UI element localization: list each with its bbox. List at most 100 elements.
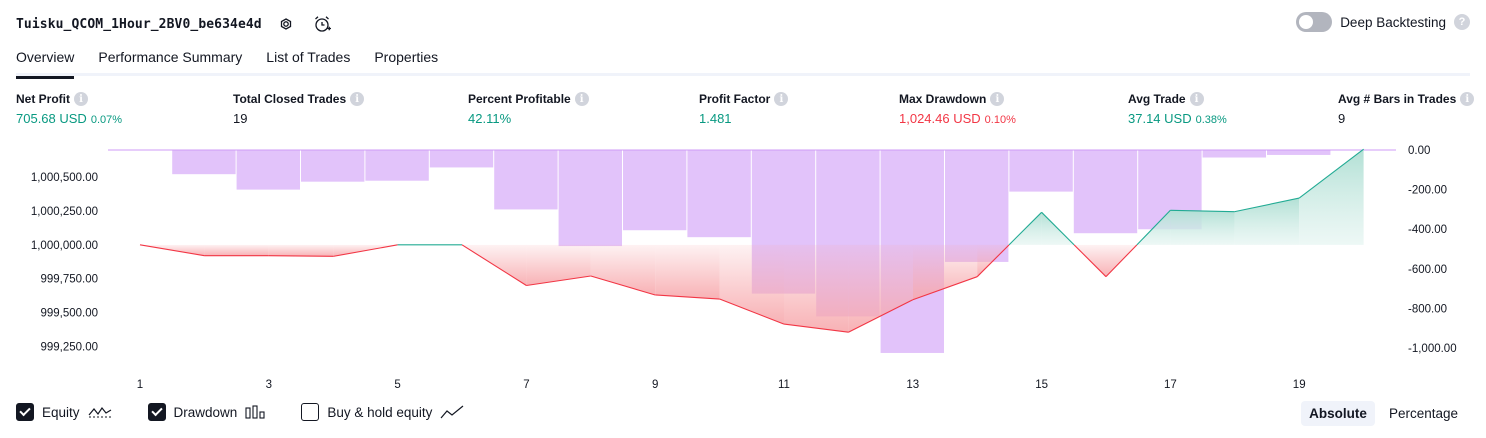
deep-backtesting-label: Deep Backtesting [1340,14,1446,30]
metric-label-text: Max Drawdown [899,92,987,106]
drawdown-tick-label: -1,000.00 [1408,343,1457,355]
trade-number-tick-label: 9 [652,379,658,391]
drawdown-bar [365,150,429,181]
buy-hold-checkbox[interactable] [301,403,320,421]
metric-value: 19 [233,111,364,126]
trade-number-tick-label: 7 [523,379,529,391]
metric-value: 1.481 [699,111,788,126]
metric-avg-trade: Avg Trade i 37.14 USD 0.38% [1128,92,1227,126]
drawdown-bar [1073,150,1138,234]
trade-number-tick-label: 1 [137,379,143,391]
tab-performance-summary[interactable]: Performance Summary [98,44,242,76]
trade-number-tick-label: 13 [906,379,919,391]
info-icon[interactable]: i [774,92,789,106]
metric-total-closed-trades: Total Closed Trades i 19 [233,92,365,126]
equity-toggle[interactable]: Equity [16,403,112,421]
metric-value: 9 [1338,111,1474,126]
metric-profit-factor: Profit Factor i 1.481 [699,92,789,126]
drawdown-checkbox[interactable] [147,403,166,421]
metric-value: 705.68 USD 0.07% [16,111,122,126]
deep-backtesting: Deep Backtesting ? [1296,12,1470,32]
equity-drawdown-chart[interactable]: 1,000,500.00 1,000,250.00 1,000,000.00 999,… [0,140,1486,395]
metric-label-text: Avg # Bars in Trades [1338,92,1457,106]
equity-line-icon [88,406,111,418]
buy-hold-toggle[interactable]: Buy & hold equity [301,403,464,421]
metric-value-text: 19 [233,111,248,126]
metric-label: Avg Trade i [1128,92,1227,106]
metric-label: Total Closed Trades i [233,92,365,106]
metric-value-text: 37.14 USD [1128,111,1192,126]
drawdown-bar [236,150,300,190]
trade-number-tick-label: 11 [778,379,790,391]
info-icon[interactable]: i [574,92,589,106]
metric-value: 1,024.46 USD 0.10% [899,111,1016,126]
drawdown-tick-label: -800.00 [1408,303,1447,315]
tab-properties[interactable]: Properties [374,44,438,76]
chart-legend: Equity Drawdown Buy & hold equity [16,403,464,421]
info-icon[interactable]: i [1460,92,1475,106]
drawdown-bar [494,150,558,210]
equity-tick-label: 999,500.00 [40,308,98,320]
trade-number-tick-label: 3 [266,379,272,391]
metric-percent: 0.07% [90,114,123,126]
percentage-button[interactable]: Percentage [1381,401,1466,426]
equity-line-segment [268,255,334,257]
metric-value-text: 1.481 [699,111,732,126]
trade-number-tick-label: 15 [1035,379,1048,391]
equity-loss-area [784,244,849,333]
equity-label: Equity [42,404,80,420]
drawdown-tick-label: 0.00 [1408,145,1430,157]
equity-profit-area [1170,210,1235,245]
metric-max-drawdown: Max Drawdown i 1,024.46 USD 0.10% [899,92,1016,126]
metric-avg-bars-in-trades: Avg # Bars in Trades i 9 [1338,92,1475,126]
drawdown-bar [172,150,236,175]
metric-value-text: 705.68 USD [16,111,87,126]
metric-label: Net Profit i [16,92,122,106]
metric-label-text: Total Closed Trades [233,92,347,106]
add-alert-button[interactable] [310,12,334,36]
metric-value: 42.11% [468,111,589,126]
trade-number-axis: 1 3 5 7 9 11 13 15 17 19 [137,379,1306,391]
equity-loss-area [719,244,784,325]
drawdown-bar [623,150,687,231]
equity-tick-label: 999,750.00 [40,274,98,286]
metric-net-profit: Net Profit i 705.68 USD 0.07% [16,92,122,126]
metric-label: Avg # Bars in Trades i [1338,92,1475,106]
tab-overview[interactable]: Overview [16,44,75,79]
help-icon[interactable]: ? [1454,14,1470,30]
info-icon[interactable]: i [990,92,1005,106]
metric-label: Max Drawdown i [899,92,1016,106]
info-icon[interactable]: i [350,92,365,106]
bar-chart-icon [245,405,265,419]
drawdown-tick-label: -600.00 [1408,264,1447,276]
drawdown-bar [1202,150,1266,158]
equity-tick-label: 1,000,250.00 [31,206,98,218]
metric-label-text: Net Profit [16,92,70,106]
equity-checkbox[interactable] [16,403,34,421]
drawdown-toggle[interactable]: Drawdown [147,403,266,421]
toggle-knob [1299,15,1314,29]
drawdown-bar [429,150,494,168]
deep-backtesting-toggle[interactable] [1296,12,1333,32]
metric-value-text: 1,024.46 USD [899,111,981,126]
absolute-button[interactable]: Absolute [1301,401,1375,426]
info-icon[interactable]: i [74,92,88,106]
metric-percent-profitable: Percent Profitable i 42.11% [468,92,589,126]
buy-hold-label: Buy & hold equity [327,404,433,420]
metric-label: Profit Factor i [699,92,789,106]
metric-percent: 0.10% [984,114,1016,126]
drawdown-bar [1009,150,1073,192]
metric-label: Percent Profitable i [468,92,589,106]
drawdown-bar [558,150,622,247]
metric-percent: 0.38% [1195,114,1227,126]
settings-icon[interactable] [274,12,298,36]
metric-value: 37.14 USD 0.38% [1128,111,1227,126]
tab-list-of-trades[interactable]: List of Trades [266,44,350,76]
metric-value-text: 42.11% [468,111,512,126]
info-icon[interactable]: i [1189,92,1204,106]
report-tabs: Overview Performance Summary List of Tra… [16,44,1470,79]
gear-icon [280,18,291,30]
equity-tick-label: 1,000,500.00 [31,172,98,184]
drawdown-bar [1267,150,1331,155]
equity-loss-area [655,244,720,300]
